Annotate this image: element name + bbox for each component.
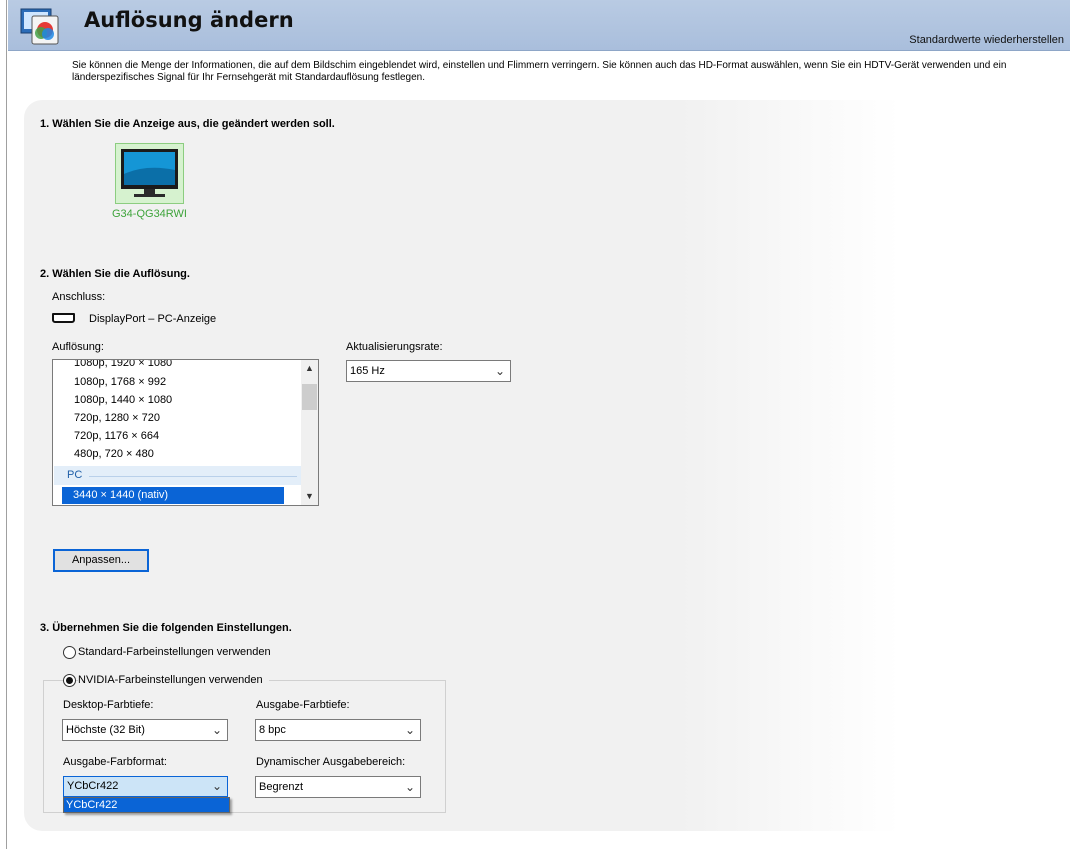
page-description: Sie können die Menge der Informationen, … — [72, 60, 1007, 83]
section3-heading: 3. Übernehmen Sie die folgenden Einstell… — [40, 622, 292, 634]
connection-value: DisplayPort – PC-Anzeige — [89, 313, 217, 325]
refresh-rate-select[interactable]: 165 Hz ⌄ — [346, 360, 511, 382]
dynamic-range-label: Dynamischer Ausgabebereich: — [256, 756, 406, 768]
output-depth-value: 8 bpc — [259, 724, 286, 736]
list-item[interactable]: 480p, 720 × 480 — [74, 445, 154, 463]
list-item-selected[interactable]: 3440 × 1440 (nativ) — [62, 487, 284, 504]
chevron-down-icon: ⌄ — [211, 723, 222, 737]
display-settings-icon — [20, 6, 60, 46]
output-format-dropdown-list: YCbCr422 — [63, 797, 230, 813]
chevron-down-icon: ⌄ — [404, 780, 415, 794]
desktop-depth-select[interactable]: Höchste (32 Bit) ⌄ — [62, 719, 228, 741]
radio-nvidia-colors[interactable] — [63, 674, 76, 687]
display-name: G34-QG34RWI — [112, 208, 187, 220]
resolution-label: Auflösung: — [52, 341, 104, 353]
scroll-up-icon[interactable]: ▲ — [301, 360, 318, 377]
desktop-depth-label: Desktop-Farbtiefe: — [63, 699, 154, 711]
radio-default-colors[interactable] — [63, 646, 76, 659]
list-item[interactable]: 1080p, 1920 × 1080 — [74, 360, 172, 372]
chevron-down-icon: ⌄ — [494, 364, 505, 378]
radio-nvidia-label[interactable]: NVIDIA-Farbeinstellungen verwenden — [78, 674, 269, 686]
monitor-icon — [121, 149, 178, 197]
output-depth-select[interactable]: 8 bpc ⌄ — [255, 719, 421, 741]
restore-defaults-link[interactable]: Standardwerte wiederherstellen — [909, 34, 1064, 46]
radio-default-label[interactable]: Standard-Farbeinstellungen verwenden — [78, 646, 271, 658]
dropdown-option[interactable]: YCbCr422 — [64, 798, 229, 812]
dynamic-range-value: Begrenzt — [259, 781, 304, 793]
section2-heading: 2. Wählen Sie die Auflösung. — [40, 268, 190, 280]
displayport-icon — [52, 313, 75, 323]
dynamic-range-select[interactable]: Begrenzt ⌄ — [255, 776, 421, 798]
list-item[interactable]: 720p, 1280 × 720 — [74, 409, 160, 427]
resolution-listbox[interactable]: 1080p, 1920 × 1080 1080p, 1768 × 992 108… — [52, 359, 319, 506]
window-left-edge — [0, 0, 7, 849]
connection-label: Anschluss: — [52, 291, 106, 303]
display-tile[interactable] — [115, 143, 184, 204]
listbox-scrollbar[interactable]: ▲ ▼ — [301, 360, 318, 505]
output-format-value: YCbCr422 — [67, 780, 119, 792]
settings-panel-fade — [680, 100, 900, 831]
refresh-rate-label: Aktualisierungsrate: — [346, 341, 443, 353]
customize-button[interactable]: Anpassen... — [53, 549, 149, 572]
page-title: Auflösung ändern — [84, 8, 294, 32]
list-item[interactable]: 720p, 1176 × 664 — [74, 427, 159, 445]
refresh-rate-value: 165 Hz — [350, 365, 385, 377]
list-item[interactable]: 1080p, 1440 × 1080 — [74, 391, 172, 409]
page-header: Auflösung ändern Standardwerte wiederher… — [8, 0, 1070, 51]
output-format-select[interactable]: YCbCr422 ⌄ — [63, 776, 228, 797]
scroll-down-icon[interactable]: ▼ — [301, 488, 318, 505]
chevron-down-icon: ⌄ — [211, 779, 222, 793]
output-depth-label: Ausgabe-Farbtiefe: — [256, 699, 350, 711]
group-divider — [89, 476, 297, 477]
section1-heading: 1. Wählen Sie die Anzeige aus, die geänd… — [40, 118, 335, 130]
chevron-down-icon: ⌄ — [404, 723, 415, 737]
desktop-depth-value: Höchste (32 Bit) — [66, 724, 145, 736]
scroll-thumb[interactable] — [302, 384, 317, 410]
output-format-label: Ausgabe-Farbformat: — [63, 756, 167, 768]
list-item[interactable]: 1080p, 1768 × 992 — [74, 373, 166, 391]
